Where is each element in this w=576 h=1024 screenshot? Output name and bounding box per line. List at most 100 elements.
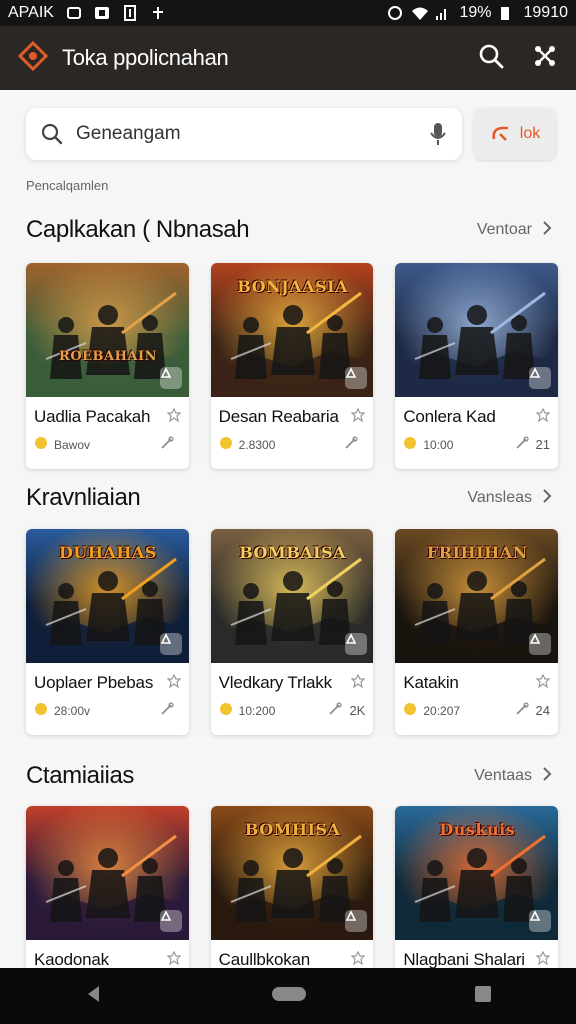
game-card[interactable]: DUHAHAS Uoplaer Pbebas 28:00v [26,529,189,735]
game-meta-row: 20:207 24 [395,693,558,720]
bookmark-icon[interactable] [350,673,366,693]
game-meta-row: 10:00 21 [395,427,558,454]
edit-icon[interactable] [343,435,359,454]
game-name-row: Katakin [395,663,558,693]
game-meta-row: 10:200 2K [211,693,374,720]
install-badge-icon[interactable] [529,910,552,932]
game-card-row: ROEBAHAIN Uadlia Pacakah Bawov BONJAASIA Des… [26,263,559,469]
bookmark-icon[interactable] [166,950,182,970]
search-action-button[interactable]: lok [474,108,556,160]
game-name-row: Nlagbani Shalari [395,940,558,970]
install-badge-icon[interactable] [529,633,552,655]
bookmark-icon[interactable] [535,407,551,427]
recents-icon[interactable] [473,984,493,1009]
bookmark-icon[interactable] [535,673,551,693]
game-thumbnail: BONJAASIA [210,263,374,397]
search-input[interactable]: Geneangam [26,108,462,160]
game-name: Uoplaer Pbebas [34,673,154,692]
game-name: Uadlia Pacakah [34,407,151,426]
section-header: Kravnliaian Vansleas [26,484,552,512]
status-bar: APAIK 19% 19910 [0,0,576,26]
chevron-right-icon [542,766,552,787]
game-card[interactable]: FRIHIHAN Katakin 20:207 24 [395,529,559,735]
game-name: Vledkary Trlakk [218,673,332,692]
game-card[interactable]: BOMBAISA Vledkary Trlakk 10:200 2K [210,529,374,735]
section-title: Kravnliaian [26,484,141,511]
clock: 19910 [523,4,569,21]
install-badge-icon[interactable] [344,367,367,389]
edit-icon[interactable] [327,701,343,720]
wifi-icon [411,5,429,21]
mic-icon[interactable] [428,121,448,147]
bookmark-icon[interactable] [166,407,182,427]
install-badge-icon[interactable] [160,633,182,655]
game-count: 21 [535,437,551,452]
game-name-row: Conlera Kad [395,397,558,427]
game-name: Kaodonak [34,950,109,969]
camera-icon [94,5,110,21]
game-thumbnail: Duskuis [395,806,559,940]
section-more-label: Ventoar [476,221,532,238]
share-icon[interactable] [532,43,558,74]
edit-icon[interactable] [514,701,530,720]
section-more-link[interactable]: Vansleas [467,488,552,509]
game-thumbnail: BOMHISA [210,806,374,940]
app-logo-icon[interactable] [17,40,49,76]
bookmark-icon[interactable] [166,673,182,693]
game-name: Conlera Kad [403,407,496,426]
section-more-link[interactable]: Ventoar [477,220,552,241]
section-header: Ctamiaiias Ventaas [26,762,552,790]
artwork-title-text: BOMBAISA [239,543,347,562]
signal-icon [435,5,451,21]
install-badge-icon[interactable] [160,910,182,932]
game-meta: Bawov [54,437,91,452]
game-meta: 10:00 [423,437,454,452]
location-icon [150,5,166,21]
rating-icon [219,702,233,719]
game-name-row: Kaodonak [26,940,189,970]
game-meta: 2.8300 [238,437,276,452]
hint-text: Pencalqamlen [26,178,109,193]
app-bar: Toka ppolicnahan [0,26,576,90]
chevron-right-icon [542,488,552,509]
game-count: 24 [535,703,551,718]
edit-icon[interactable] [514,435,530,454]
game-name-row: Uadlia Pacakah [26,397,189,427]
clipboard-icon [122,5,138,21]
artwork-title-text: Duskuis [439,820,516,839]
game-name: Katakin [403,673,459,692]
game-thumbnail [395,263,559,397]
game-card-row: DUHAHAS Uoplaer Pbebas 28:00v BOMBAISA Vledk… [26,529,559,735]
game-thumbnail [26,806,189,940]
install-badge-icon[interactable] [529,367,552,389]
game-meta-row: 2.8300 [211,427,374,454]
chevron-right-icon [542,220,552,241]
app-title: Toka ppolicnahan [62,45,229,70]
artwork-title-text: BOMHISA [244,820,341,839]
section-title: Caplkakan ( Nbnasah [26,216,250,243]
search-icon[interactable] [478,43,504,74]
rating-icon [34,436,48,453]
bookmark-icon[interactable] [535,950,551,970]
install-badge-icon[interactable] [344,633,367,655]
section-more-link[interactable]: Ventaas [474,766,552,787]
notification-icon [66,5,82,21]
edit-icon[interactable] [159,435,175,454]
bookmark-icon[interactable] [350,407,366,427]
game-card[interactable]: ROEBAHAIN Uadlia Pacakah Bawov [26,263,189,469]
bookmark-icon[interactable] [350,950,366,970]
game-name: Caullbkokan [218,950,311,969]
game-meta: 20:207 [423,703,461,718]
rating-icon [403,702,417,719]
search-action-label: lok [519,125,541,142]
install-badge-icon[interactable] [160,367,182,389]
home-icon[interactable] [271,985,307,1008]
game-card[interactable]: BONJAASIA Desan Reabaria 2.8300 [210,263,374,469]
battery-level: 19% [459,4,492,21]
system-nav-bar [0,968,576,1024]
game-thumbnail: DUHAHAS [26,529,189,663]
edit-icon[interactable] [159,701,175,720]
install-badge-icon[interactable] [344,910,367,932]
game-card[interactable]: Conlera Kad 10:00 21 [395,263,559,469]
back-icon[interactable] [83,983,105,1010]
